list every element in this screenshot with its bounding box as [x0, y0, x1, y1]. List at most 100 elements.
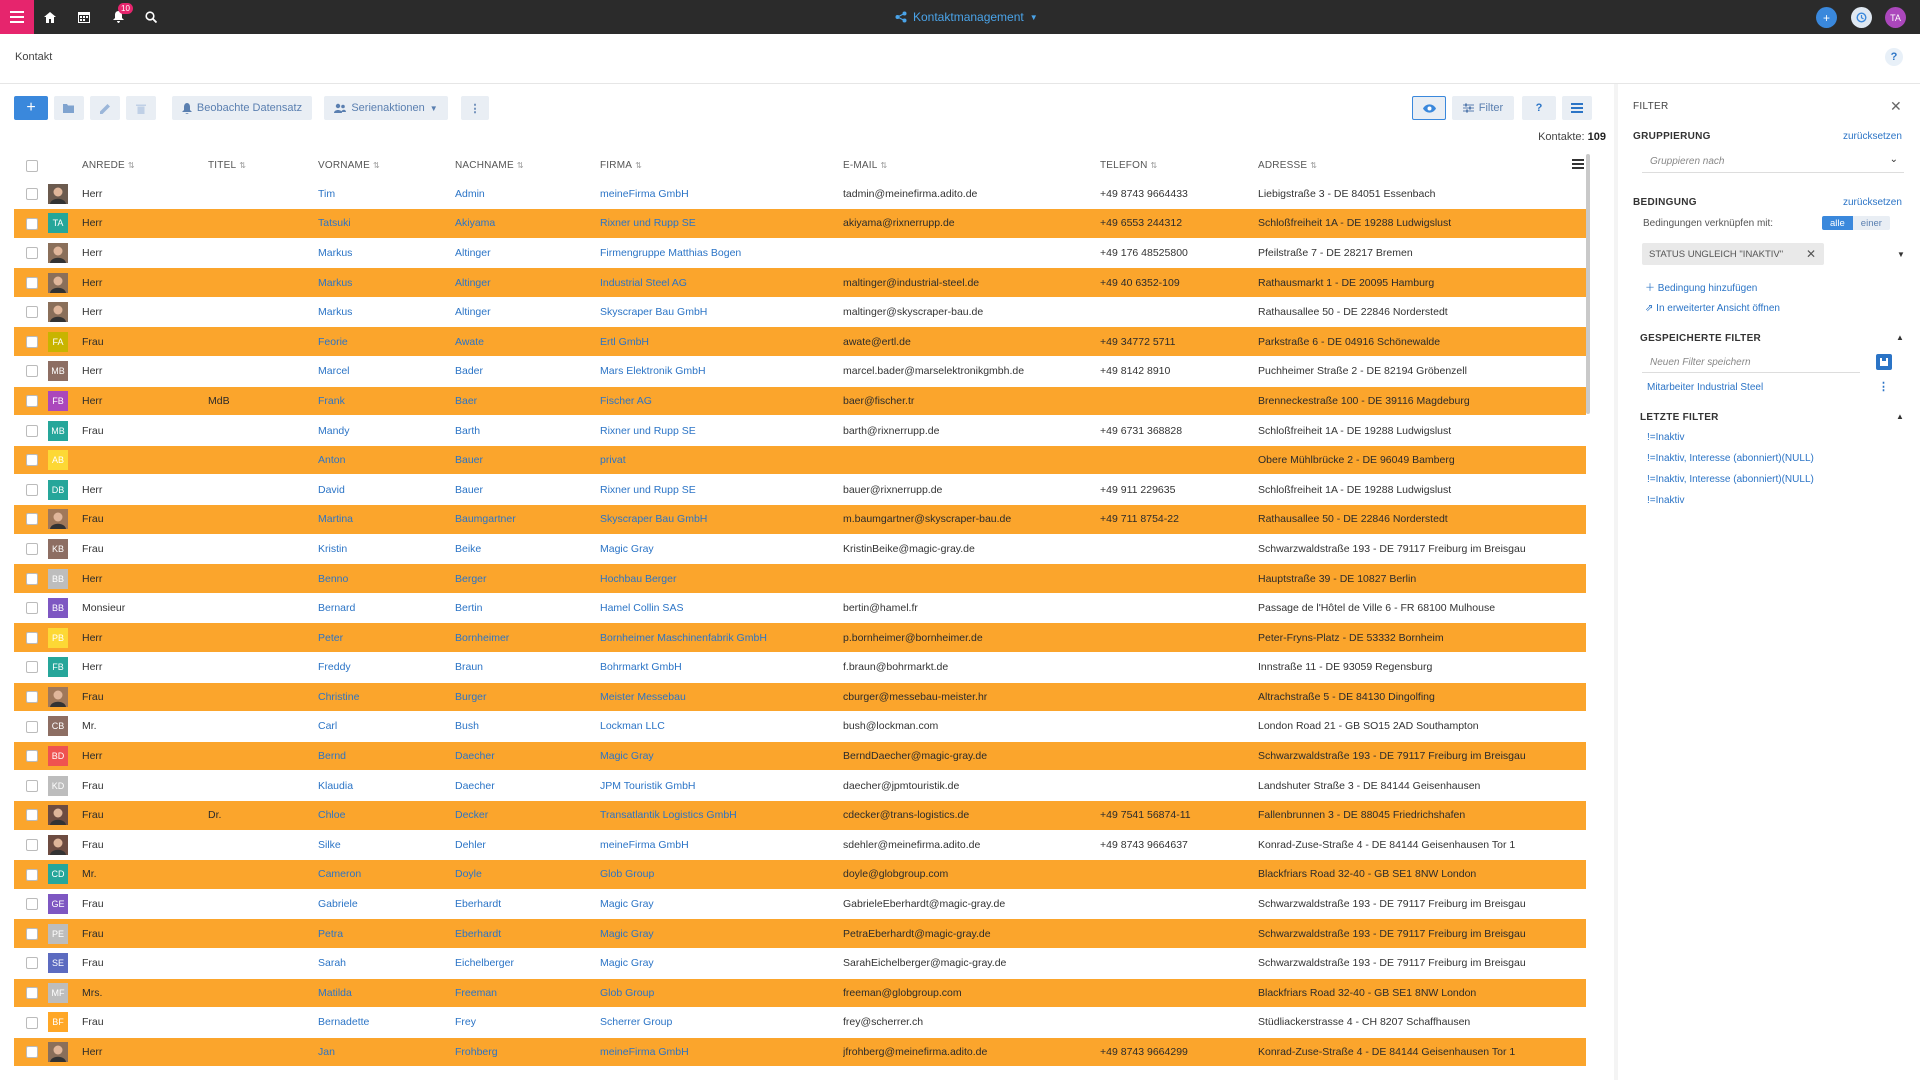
- cell-nachname[interactable]: Bader: [455, 356, 600, 387]
- cell-nachname[interactable]: Frey: [455, 1007, 600, 1038]
- recent-filter-item[interactable]: !=Inaktiv, Interesse (abonniert)(NULL): [1647, 453, 1814, 464]
- table-row[interactable]: DB Herr David Bauer Rixner und Rupp SE bauer@…: [14, 474, 1586, 506]
- row-checkbox[interactable]: [14, 326, 48, 358]
- column-header[interactable]: TITEL ⇅: [208, 152, 318, 179]
- row-checkbox[interactable]: [14, 652, 48, 683]
- cell-firma[interactable]: Skyscraper Bau GmbH: [600, 297, 843, 328]
- column-header[interactable]: VORNAME ⇅: [318, 152, 455, 179]
- table-row[interactable]: Herr Markus Altinger Firmengruppe Matthias …: [14, 238, 1586, 269]
- cell-vorname[interactable]: Tatsuki: [318, 208, 455, 239]
- cell-firma[interactable]: Fischer AG: [600, 386, 843, 417]
- group-by-select[interactable]: Gruppieren nach ⌄: [1642, 149, 1904, 173]
- cell-firma[interactable]: Magic Gray: [600, 948, 843, 979]
- recent-filter-item[interactable]: !=Inaktiv: [1647, 495, 1685, 506]
- cell-vorname[interactable]: Bernadette: [318, 1007, 455, 1038]
- toggle-all[interactable]: alle: [1822, 216, 1853, 230]
- cell-vorname[interactable]: Marcel: [318, 356, 455, 387]
- table-row[interactable]: GE Frau Gabriele Eberhardt Magic Gray Gabriel…: [14, 889, 1586, 920]
- cell-nachname[interactable]: Altinger: [455, 297, 600, 328]
- cell-firma[interactable]: Rixner und Rupp SE: [600, 474, 843, 506]
- cell-nachname[interactable]: Bauer: [455, 474, 600, 506]
- row-checkbox[interactable]: [14, 445, 48, 476]
- remove-icon[interactable]: ✕: [1806, 247, 1816, 261]
- table-row[interactable]: AB Anton Bauer privat Obere Mühlbrücke 2 - D…: [14, 445, 1586, 476]
- row-checkbox[interactable]: [14, 889, 48, 920]
- cell-vorname[interactable]: Chloe: [318, 800, 455, 831]
- help-button[interactable]: ?: [1522, 96, 1556, 120]
- row-checkbox[interactable]: [14, 563, 48, 594]
- recent-filter-item[interactable]: !=Inaktiv: [1647, 432, 1685, 443]
- table-row[interactable]: PB Herr Peter Bornheimer Bornheimer Maschine…: [14, 622, 1586, 653]
- table-row[interactable]: FA Frau Feorie Awate Ertl GmbH awate@ertl.de +…: [14, 326, 1586, 358]
- cell-vorname[interactable]: Jan: [318, 1037, 455, 1068]
- cell-nachname[interactable]: Baer: [455, 386, 600, 417]
- cell-firma[interactable]: Glob Group: [600, 978, 843, 1009]
- home-icon[interactable]: [41, 8, 59, 26]
- cell-firma[interactable]: Bornheimer Maschinenfabrik GmbH: [600, 622, 843, 653]
- cell-firma[interactable]: JPM Touristik GmbH: [600, 770, 843, 801]
- add-condition-link[interactable]: ＋ Bedingung hinzufügen: [1645, 279, 1757, 294]
- table-row[interactable]: MB Frau Mandy Barth Rixner und Rupp SE barth@…: [14, 415, 1586, 446]
- table-row[interactable]: Frau Silke Dehler meineFirma GmbH sdehler@me…: [14, 830, 1586, 861]
- cell-vorname[interactable]: Martina: [318, 504, 455, 535]
- table-row[interactable]: BB Monsieur Bernard Bertin Hamel Collin SAS b…: [14, 593, 1586, 624]
- cell-nachname[interactable]: Altinger: [455, 238, 600, 269]
- cell-nachname[interactable]: Baumgartner: [455, 504, 600, 535]
- cell-nachname[interactable]: Eberhardt: [455, 918, 600, 949]
- table-row[interactable]: BD Herr Bernd Daecher Magic Gray BerndDaecher…: [14, 741, 1586, 772]
- cell-nachname[interactable]: Berger: [455, 563, 600, 594]
- cell-nachname[interactable]: Eberhardt: [455, 889, 600, 920]
- cell-vorname[interactable]: Markus: [318, 238, 455, 269]
- cell-vorname[interactable]: Christine: [318, 682, 455, 713]
- table-row[interactable]: BF Frau Bernadette Frey Scherrer Group frey@s…: [14, 1007, 1586, 1038]
- table-row[interactable]: BB Herr Benno Berger Hochbau Berger Hauptstra…: [14, 563, 1586, 594]
- open-advanced-link[interactable]: ⇗ In erweiterter Ansicht öffnen: [1645, 303, 1780, 314]
- cell-vorname[interactable]: Bernd: [318, 741, 455, 772]
- cell-nachname[interactable]: Freeman: [455, 978, 600, 1009]
- cell-firma[interactable]: Transatlantik Logistics GmbH: [600, 800, 843, 831]
- cell-vorname[interactable]: Cameron: [318, 859, 455, 890]
- close-icon[interactable]: ✕: [1890, 98, 1902, 115]
- view-toggle-button[interactable]: [1412, 96, 1446, 120]
- new-filter-input[interactable]: Neuen Filter speichern: [1642, 351, 1860, 373]
- cell-nachname[interactable]: Bush: [455, 711, 600, 742]
- cell-nachname[interactable]: Altinger: [455, 267, 600, 298]
- cell-firma[interactable]: Magic Gray: [600, 889, 843, 920]
- cell-vorname[interactable]: Kristin: [318, 534, 455, 565]
- column-menu-icon[interactable]: [1572, 158, 1584, 170]
- table-row[interactable]: FB Herr Freddy Braun Bohrmarkt GmbH f.braun@b…: [14, 652, 1586, 683]
- row-checkbox[interactable]: [14, 238, 48, 269]
- more-icon[interactable]: ⋮: [1878, 380, 1889, 393]
- cell-firma[interactable]: Magic Gray: [600, 534, 843, 565]
- delete-button[interactable]: [126, 96, 156, 120]
- row-checkbox[interactable]: [14, 1007, 48, 1038]
- column-header[interactable]: ADRESSE ⇅: [1258, 152, 1586, 179]
- add-icon[interactable]: +: [1816, 7, 1837, 28]
- row-checkbox[interactable]: [14, 356, 48, 387]
- open-folder-button[interactable]: [54, 96, 84, 120]
- select-all-checkbox[interactable]: [14, 152, 48, 179]
- column-header[interactable]: E-MAIL ⇅: [843, 152, 1100, 179]
- chevron-up-icon[interactable]: ▲: [1896, 412, 1904, 421]
- cell-nachname[interactable]: Awate: [455, 326, 600, 358]
- table-row[interactable]: MB Herr Marcel Bader Mars Elektronik GmbH mar…: [14, 356, 1586, 387]
- chevron-down-icon[interactable]: ▼: [1897, 250, 1905, 259]
- row-checkbox[interactable]: [14, 179, 48, 210]
- cell-vorname[interactable]: Silke: [318, 830, 455, 861]
- table-row[interactable]: KD Frau Klaudia Daecher JPM Touristik GmbH da…: [14, 770, 1586, 801]
- row-checkbox[interactable]: [14, 297, 48, 328]
- row-checkbox[interactable]: [14, 978, 48, 1009]
- cell-firma[interactable]: privat: [600, 445, 843, 476]
- cell-firma[interactable]: Magic Gray: [600, 741, 843, 772]
- row-checkbox[interactable]: [14, 918, 48, 949]
- table-row[interactable]: CB Mr. Carl Bush Lockman LLC bush@lockman.com…: [14, 711, 1586, 742]
- cell-vorname[interactable]: Frank: [318, 386, 455, 417]
- cell-firma[interactable]: Rixner und Rupp SE: [600, 208, 843, 239]
- cell-vorname[interactable]: Gabriele: [318, 889, 455, 920]
- cell-firma[interactable]: Mars Elektronik GmbH: [600, 356, 843, 387]
- cell-nachname[interactable]: Barth: [455, 415, 600, 446]
- menu-icon[interactable]: [0, 0, 34, 34]
- cell-vorname[interactable]: Feorie: [318, 326, 455, 358]
- cell-vorname[interactable]: Bernard: [318, 593, 455, 624]
- row-checkbox[interactable]: [14, 593, 48, 624]
